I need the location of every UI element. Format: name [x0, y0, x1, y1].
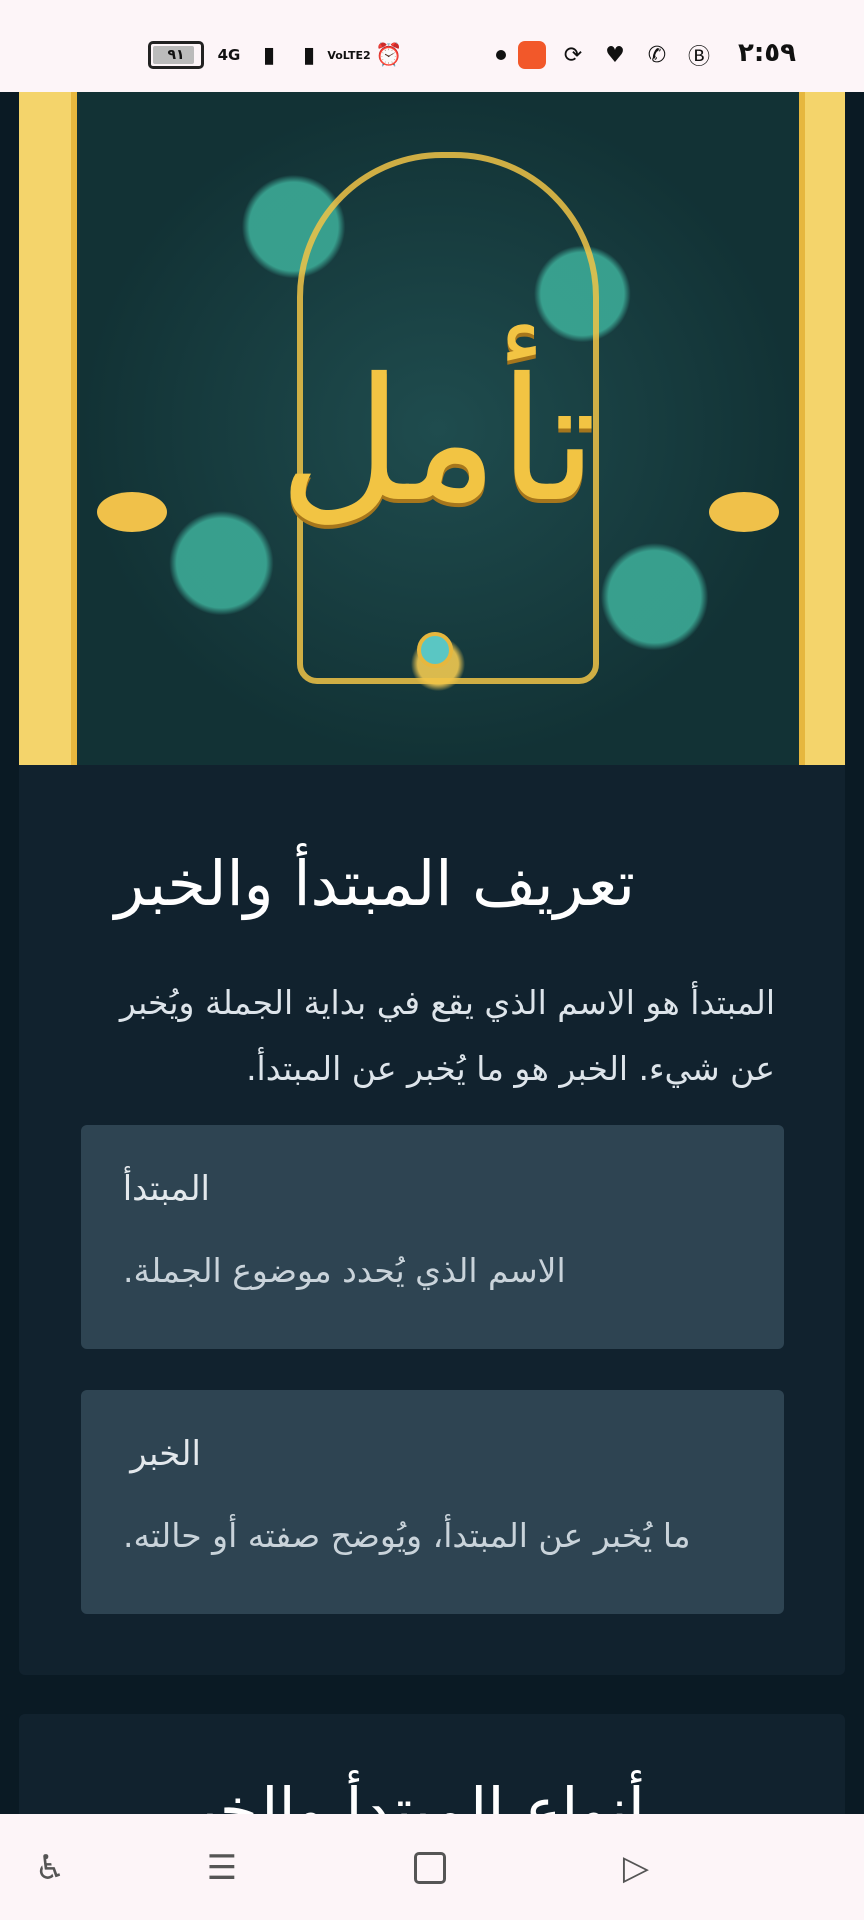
sync-icon: ⟳ — [563, 42, 583, 68]
card-title: تعريف المبتدأ والخبر — [114, 847, 635, 920]
battery-icon: ٩١ — [148, 41, 204, 69]
hero-illustration: تأمل — [19, 92, 845, 765]
signal-icon: ▮ — [262, 42, 276, 68]
home-square-icon — [414, 1852, 446, 1884]
definition-desc: ما يُخبر عن المبتدأ، ويُوضح صفته أو حالت… — [123, 1516, 691, 1555]
notification-dot-icon — [496, 50, 506, 60]
definition-term: المبتدأ — [122, 1169, 210, 1209]
volte-icon: VoLTE2 — [327, 48, 371, 62]
definition-term: الخبر — [130, 1434, 201, 1474]
card-intro: المبتدأ هو الاسم الذي يقع في بداية الجمل… — [119, 983, 775, 1088]
battery-level: ٩١ — [167, 47, 185, 63]
status-bar: ٩١ 4G ▮ ▮ VoLTE2 ⏰ ⟳ ♥ ✆ Ⓑ ٢:٥٩ — [0, 0, 864, 92]
back-button-icon[interactable]: ▷ — [614, 1846, 658, 1890]
network-4g-icon: 4G — [217, 46, 241, 64]
accessibility-icon[interactable]: ♿ — [28, 1846, 72, 1890]
home-button[interactable] — [408, 1846, 452, 1890]
phone-call-icon: ✆ — [647, 42, 667, 68]
definition-box-mubtada: المبتدأ الاسم الذي يُحدد موضوع الجملة. — [81, 1125, 784, 1349]
alarm-icon: ⏰ — [375, 42, 403, 68]
signal-icon-2: ▮ — [302, 42, 316, 68]
app-notification-icon — [518, 41, 546, 69]
status-icons-left: ٩١ 4G ▮ ▮ VoLTE2 ⏰ — [148, 40, 404, 70]
recent-apps-menu-icon[interactable]: ☰ — [200, 1846, 244, 1890]
gem-ornament — [417, 632, 453, 668]
status-icons-right: ⟳ ♥ ✆ Ⓑ — [496, 40, 714, 70]
definition-card: تعريف المبتدأ والخبر المبتدأ هو الاسم ال… — [19, 765, 845, 1675]
definition-desc: الاسم الذي يُحدد موضوع الجملة. — [123, 1251, 566, 1290]
calligraphy-text: تأمل — [278, 342, 598, 540]
heart-icon: ♥ — [605, 42, 625, 68]
definition-box-khabar: الخبر ما يُخبر عن المبتدأ، ويُوضح صفته أ… — [81, 1390, 784, 1614]
system-nav-bar: ♿ ☰ ▷ — [0, 1814, 864, 1920]
status-time: ٢:٥٩ — [737, 38, 796, 68]
ornamental-frame: تأمل — [71, 92, 805, 765]
whatsapp-business-icon: Ⓑ — [687, 45, 710, 70]
